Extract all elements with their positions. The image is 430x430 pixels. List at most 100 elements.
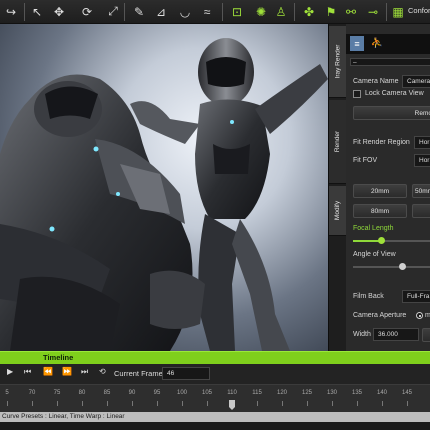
angle-of-view-slider[interactable] [353,263,430,270]
viewport-render [0,38,328,351]
ruler-tick-label: 5 [5,390,9,396]
aperture-option-label: m [425,312,430,319]
ruler-tick-mark [82,401,83,406]
3d-viewport[interactable] [0,24,328,351]
first-frame-icon[interactable]: ⏮ [24,367,31,377]
last-frame-icon[interactable]: ⏭ [81,367,88,377]
aperture-radio[interactable] [416,312,423,319]
lens-extra-button[interactable] [412,204,430,218]
bottom-strip [0,422,430,430]
pose-icon[interactable]: ✺ [252,3,270,20]
width-field[interactable]: 36.000 [373,328,419,341]
move-icon[interactable]: ✥ [50,3,68,20]
ruler-tick-mark [207,401,208,406]
current-frame-label: Current Frame [114,369,163,378]
focal-length-label: Focal Length [353,225,394,232]
panel-collapse-bar[interactable]: – [350,58,430,66]
focal-length-slider[interactable] [353,237,430,244]
timeline-header[interactable]: Timeline [0,351,430,364]
ruler-tick-label: 90 [128,390,136,396]
camera-name-label: Camera Name [353,78,399,85]
lens-80mm-button[interactable]: 80mm [353,204,407,218]
conform-icon[interactable]: ▦ [389,3,407,20]
angle-of-view-label: Angle of View [353,251,396,258]
tab-modify[interactable]: Modify [329,186,347,236]
width-unit-button[interactable] [422,328,430,342]
link-icon[interactable]: ⚯ [342,3,360,20]
ruler-tick-mark [332,401,333,406]
ruler-tick-label: 125 [301,390,313,396]
toolbar-separator [386,3,387,21]
fit-fov-select[interactable]: Hor [414,154,430,167]
film-back-select[interactable]: Full-Fra [402,290,430,303]
ruler-tick-label: 115 [252,390,262,396]
modify-panel: ≡ ⛹ – Camera Name Camera Lock Camera Vie… [346,24,430,351]
tab-render[interactable]: Render [329,100,347,184]
loop-icon[interactable]: ⟲ [99,367,106,376]
ruler-tick-label: 80 [78,390,86,396]
lock-camera-view-checkbox[interactable] [353,90,361,98]
ruler-tick-mark [57,401,58,406]
main-toolbar: ↪ ↖ ✥ ⟳ ⤢ ✎ ⊿ ◡ ≈ ⊡ ✺ ♙ ✤ ⚑ ⚯ ⊸ ▦ Confor… [0,0,430,24]
ruler-tick-mark [7,401,8,406]
actor-icon[interactable]: ♙ [272,3,290,20]
ruler-tick-mark [382,401,383,406]
previous-frame-icon[interactable]: ⏪ [43,367,53,376]
ruler-tick-mark [32,401,33,406]
ruler-tick-label: 140 [376,390,388,396]
bone-icon[interactable]: ≈ [198,3,216,20]
toolbar-separator [222,3,223,21]
focal-length-fill [353,240,381,242]
ruler-tick-mark [257,401,258,406]
redo-icon[interactable]: ↪ [2,3,20,20]
sliders-icon[interactable]: ≡ [350,36,364,51]
timeline-ruler[interactable]: 5 70 75 80 85 90 95 100 105 110 115 120 125 130 135 140… [0,384,430,412]
eye-icon[interactable]: ◡ [176,3,194,20]
mirror-icon[interactable]: ⊿ [152,3,170,20]
conform-label[interactable]: Conform [408,6,430,15]
ruler-tick-mark [107,401,108,406]
camera-aperture-label: Camera Aperture [353,312,407,319]
lock-camera-view-label: Lock Camera View [365,90,424,97]
tab-iray-render[interactable]: Iray Render [329,26,347,98]
ruler-tick-mark [182,401,183,406]
play-icon[interactable]: ▶ [7,367,13,376]
width-label: Width [353,331,371,338]
next-frame-icon[interactable]: ⏩ [62,367,72,376]
lens-50mm-button[interactable]: 50mm [412,184,430,198]
probe-icon[interactable]: ⊸ [364,3,382,20]
ruler-tick-label: 110 [227,390,237,396]
run-pose-icon[interactable]: ⛹ [370,36,384,51]
toolbar-separator [24,3,25,21]
ruler-tick-label: 145 [401,390,413,396]
select-arrow-icon[interactable]: ↖ [28,3,46,20]
camera-green-icon[interactable]: ⊡ [228,3,246,20]
ruler-tick-label: 100 [176,390,188,396]
fit-fov-label: Fit FOV [353,157,378,164]
side-tab-strip: Iray Render Render Modify [328,24,347,351]
focal-length-knob[interactable] [377,237,385,244]
flag-green-icon[interactable]: ⚑ [322,3,340,20]
toolbar-separator [124,3,125,21]
brush-icon[interactable]: ✎ [130,3,148,20]
ruler-tick-label: 85 [103,390,111,396]
ruler-tick-mark [132,401,133,406]
toolbar-separator [294,3,295,21]
lens-20mm-button[interactable]: 20mm [353,184,407,198]
angle-of-view-knob[interactable] [399,263,407,270]
current-frame-field[interactable]: 46 [162,367,210,380]
ruler-tick-label: 75 [53,390,61,396]
scale-icon[interactable]: ⤢ [104,3,122,20]
ruler-tick-label: 105 [201,390,213,396]
gesture-icon[interactable]: ✤ [300,3,318,20]
playhead-marker[interactable] [229,400,235,410]
remove-button[interactable]: Remo [353,106,430,120]
camera-name-field[interactable]: Camera [402,75,430,88]
ruler-tick-mark [407,401,408,406]
ruler-tick-mark [357,401,358,406]
ruler-tick-label: 120 [276,390,288,396]
rotate-icon[interactable]: ⟳ [78,3,96,20]
curve-status-bar: Curve Presets : Linear, Time Warp : Line… [0,412,430,422]
film-back-label: Film Back [353,293,384,300]
fit-render-region-select[interactable]: Hor [414,136,430,149]
